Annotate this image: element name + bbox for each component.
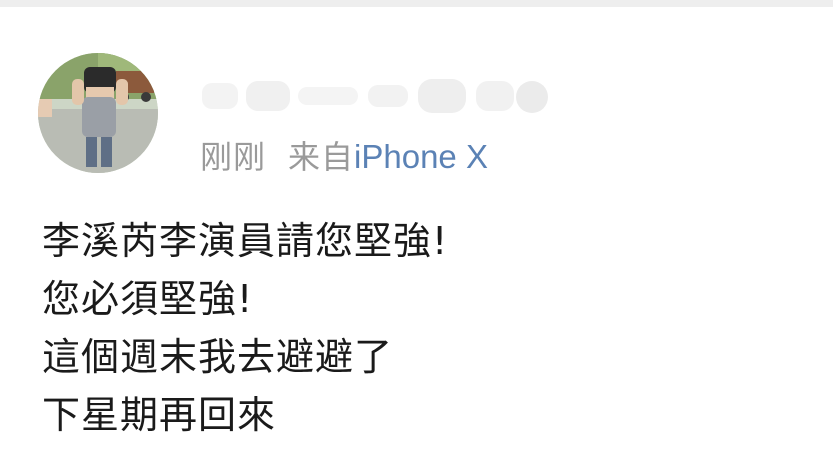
post-content: 李溪芮李演員請您堅強! 您必須堅強! 這個週末我去避避了 下星期再回來 [42, 212, 802, 444]
top-divider-strip [0, 0, 833, 7]
source-device-link[interactable]: iPhone X [354, 135, 488, 179]
weibo-post-card: 刚刚 来自 iPhone X 李溪芮李演員請您堅強! 您必須堅強! 這個週末我去… [0, 7, 833, 470]
post-text-line: 李溪芮李演員請您堅強! [42, 219, 449, 263]
avatar-photo [38, 53, 158, 173]
post-text-line: 您必須堅強! [42, 277, 254, 321]
post-meta: 刚刚 来自 iPhone X [200, 135, 488, 179]
username-blurred[interactable] [200, 67, 560, 123]
source-prefix: 来自 [288, 138, 355, 176]
post-text-line: 這個週末我去避避了 [42, 335, 394, 379]
post-time: 刚刚 [200, 138, 267, 176]
avatar[interactable] [38, 53, 158, 173]
post-text-line: 下星期再回來 [42, 393, 277, 437]
blurred-username-image [202, 79, 548, 113]
